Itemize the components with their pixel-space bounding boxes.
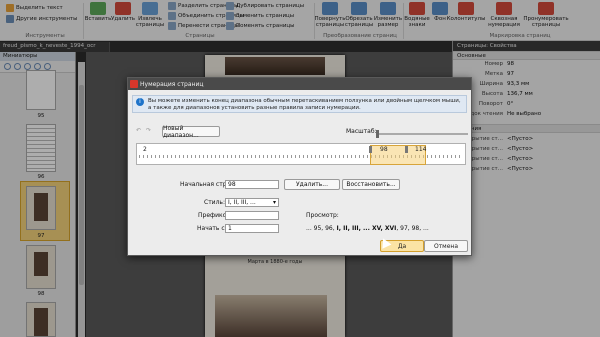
zoom-label: Масштаб: bbox=[346, 128, 377, 135]
zoom-slider-knob[interactable] bbox=[376, 130, 379, 138]
start-page-input[interactable]: 98 bbox=[225, 180, 279, 189]
preview-label: Просмотр: bbox=[306, 212, 339, 219]
dialog-titlebar[interactable]: Нумерация страниц bbox=[128, 78, 471, 90]
info-icon: i bbox=[136, 98, 144, 106]
page-numbering-dialog: Нумерация страниц i Вы можете изменить ко… bbox=[127, 77, 472, 256]
restore-button[interactable]: Восстановить... bbox=[342, 179, 400, 190]
redo-icon[interactable]: ↷ bbox=[146, 127, 151, 134]
range-current-marker: 98 bbox=[380, 146, 388, 153]
preview-text: ... 95, 96, I, II, III, ... XV, XVI, 97,… bbox=[306, 225, 429, 232]
cancel-button[interactable]: Отмена bbox=[424, 240, 468, 252]
style-label: Стиль: bbox=[204, 199, 225, 206]
range-handle-left[interactable] bbox=[369, 146, 372, 153]
info-banner: i Вы можете изменить конец диапазона обыч… bbox=[132, 95, 467, 113]
start-page-label: Начальная стр.: bbox=[180, 181, 231, 188]
start-from-label: Начать с: bbox=[197, 225, 227, 232]
prefix-input[interactable] bbox=[225, 211, 279, 220]
delete-range-button[interactable]: Удалить... bbox=[284, 179, 340, 190]
zoom-slider[interactable] bbox=[376, 133, 468, 135]
dialog-title: Нумерация страниц bbox=[140, 80, 204, 88]
chevron-down-icon: ▾ bbox=[272, 199, 276, 206]
range-start-marker: 2 bbox=[143, 146, 147, 153]
style-select[interactable]: I, II, III, ... ▾ bbox=[225, 198, 279, 207]
app-icon bbox=[130, 80, 138, 88]
new-range-button[interactable]: Новый диапазон... bbox=[162, 125, 220, 139]
range-handle-right[interactable] bbox=[405, 146, 408, 153]
page-range-band[interactable]: 2 98 114 bbox=[136, 143, 466, 165]
start-from-input[interactable]: 1 bbox=[225, 224, 279, 233]
prefix-label: Префикс: bbox=[198, 212, 228, 219]
range-end-marker: 114 bbox=[415, 146, 427, 153]
undo-icon[interactable]: ↶ bbox=[136, 127, 141, 134]
